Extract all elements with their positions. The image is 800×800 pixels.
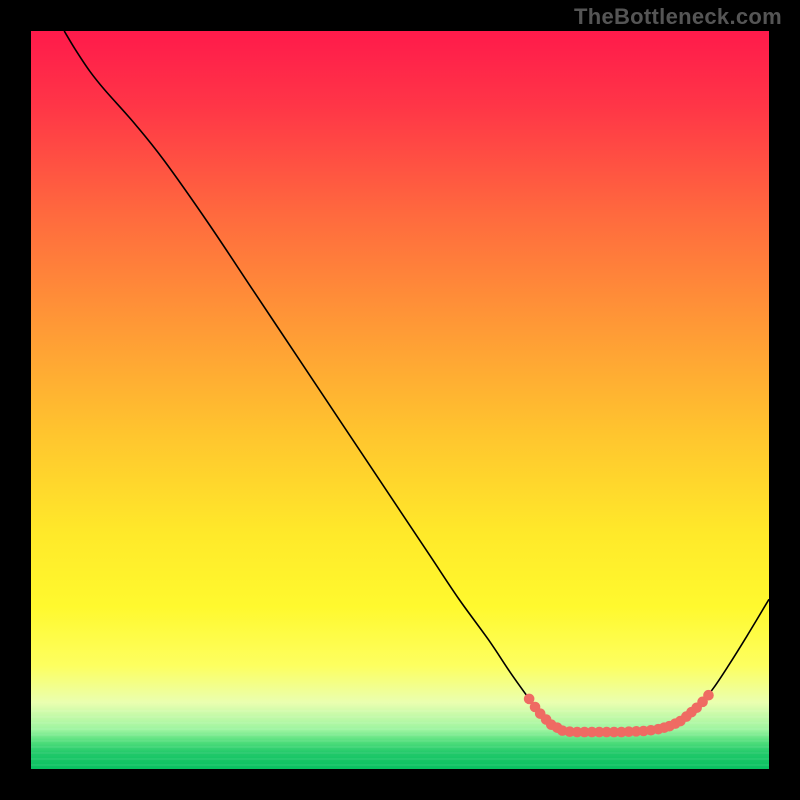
chart-root: TheBottleneck.com (0, 0, 800, 800)
plot-area (31, 31, 769, 769)
marker-dot (703, 690, 714, 701)
watermark-text: TheBottleneck.com (574, 4, 782, 30)
gradient-background (31, 31, 769, 769)
chart-svg (31, 31, 769, 769)
